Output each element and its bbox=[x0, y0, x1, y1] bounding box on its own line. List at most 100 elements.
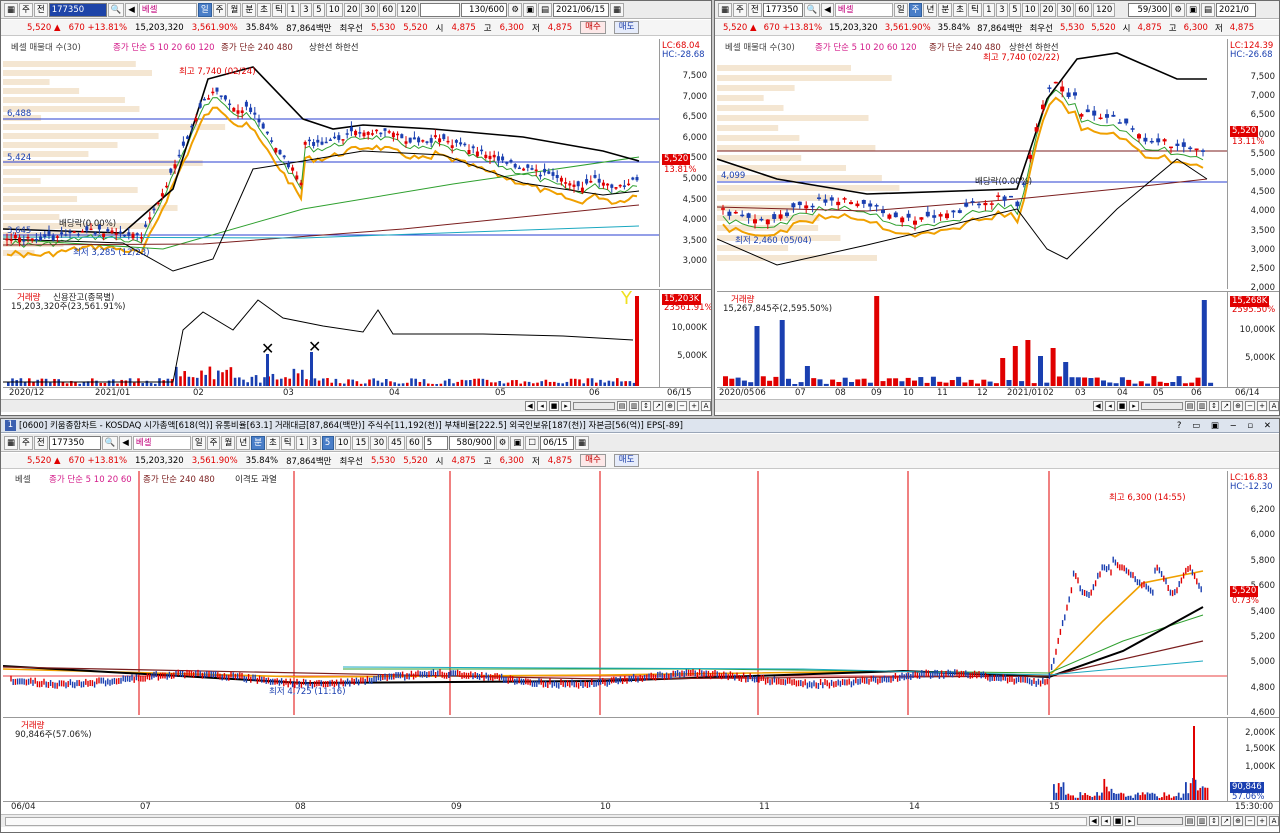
tab-week[interactable]: 주 bbox=[908, 2, 923, 17]
data-count-input[interactable]: 130/600 bbox=[461, 2, 508, 17]
period-120[interactable]: 120 bbox=[1093, 2, 1116, 17]
period-3[interactable]: 3 bbox=[995, 2, 1008, 17]
scroll-thumb[interactable] bbox=[573, 402, 615, 410]
speaker-icon[interactable]: ◀ bbox=[119, 435, 132, 450]
marker-icon[interactable]: ⊕ bbox=[1233, 816, 1243, 826]
scroll-first-button[interactable]: ◀ bbox=[1093, 401, 1103, 411]
buy-button[interactable]: 매수 bbox=[580, 21, 606, 34]
draw-icon[interactable]: ↗ bbox=[653, 401, 663, 411]
speaker-icon[interactable]: ◀ bbox=[821, 2, 834, 17]
stop-button[interactable]: ■ bbox=[1113, 816, 1123, 826]
tab-tick[interactable]: 틱 bbox=[271, 2, 286, 17]
tab-daily[interactable]: 일 bbox=[893, 2, 908, 17]
plus-icon[interactable]: + bbox=[1257, 401, 1267, 411]
period-1[interactable]: 1 bbox=[982, 2, 995, 17]
period-dropdown[interactable]: 5 bbox=[423, 435, 448, 450]
tab-minute[interactable]: 분 bbox=[251, 435, 265, 450]
scroll-track[interactable] bbox=[5, 816, 1087, 826]
buy-button[interactable]: 매수 bbox=[580, 454, 606, 467]
menu-icon[interactable]: ▦ bbox=[718, 2, 733, 17]
volume-panel[interactable]: 거래량 15,267,845주(2,595.50%) bbox=[717, 291, 1227, 387]
tab-minute[interactable]: 분 bbox=[938, 2, 953, 17]
stop-button[interactable]: ■ bbox=[1117, 401, 1127, 411]
tab-tick[interactable]: 틱 bbox=[280, 435, 295, 450]
draw-icon[interactable]: ↗ bbox=[1221, 816, 1231, 826]
scroll-thumb[interactable] bbox=[1141, 402, 1183, 410]
stock-name-field[interactable]: 베셀 bbox=[138, 2, 197, 17]
data-count-input[interactable]: 59/300 bbox=[1128, 2, 1171, 17]
period-10[interactable]: 10 bbox=[334, 435, 352, 450]
scroll-prev-button[interactable]: ◂ bbox=[1101, 816, 1111, 826]
tab-weekly[interactable]: 주 bbox=[733, 2, 747, 17]
stock-code-input[interactable]: 177350 bbox=[48, 435, 101, 450]
tools-icon[interactable]: ↕ bbox=[641, 401, 651, 411]
grid-icon[interactable]: ▥ bbox=[1197, 816, 1207, 826]
period-30[interactable]: 30 bbox=[1057, 2, 1075, 17]
stock-name-field[interactable]: 베셀 bbox=[132, 435, 191, 450]
chart-scrollbar[interactable]: ◀ ◂ ■ ▸ ▤ ▥ ↕ ↗ ⊕ − + A bbox=[1, 814, 1279, 827]
calendar-icon[interactable]: ☐ bbox=[525, 435, 540, 450]
date-picker-icon[interactable]: ▦ bbox=[610, 2, 625, 17]
tab-second[interactable]: 초 bbox=[265, 435, 280, 450]
search-icon[interactable]: 🔍 bbox=[101, 435, 119, 450]
period-45[interactable]: 45 bbox=[388, 435, 405, 450]
date-input[interactable]: 2021/0 bbox=[1216, 2, 1257, 17]
period-15[interactable]: 15 bbox=[352, 435, 370, 450]
period-5[interactable]: 5 bbox=[312, 2, 325, 17]
marker-icon[interactable]: ⊕ bbox=[1233, 401, 1243, 411]
data-count-input[interactable]: 580/900 bbox=[448, 435, 495, 450]
zoom-icon[interactable]: ▤ bbox=[1185, 816, 1195, 826]
font-icon[interactable]: A bbox=[701, 401, 711, 411]
period-30[interactable]: 30 bbox=[370, 435, 388, 450]
tab-second[interactable]: 초 bbox=[953, 2, 967, 17]
date-picker-icon[interactable]: ▦ bbox=[575, 435, 590, 450]
tab-week[interactable]: 주 bbox=[206, 435, 221, 450]
minus-icon[interactable]: − bbox=[1245, 401, 1255, 411]
scroll-prev-button[interactable]: ◂ bbox=[1105, 401, 1115, 411]
stock-code-input[interactable]: 177350 bbox=[48, 2, 107, 17]
date-input[interactable]: 06/15 bbox=[540, 435, 575, 450]
period-20[interactable]: 20 bbox=[1039, 2, 1057, 17]
scroll-prev-button[interactable]: ◂ bbox=[537, 401, 547, 411]
stock-name-field[interactable]: 베셀 bbox=[834, 2, 893, 17]
tab-prev[interactable]: 전 bbox=[33, 435, 48, 450]
tab-daily[interactable]: 일 bbox=[191, 435, 206, 450]
settings-icon[interactable]: ⚙ bbox=[495, 435, 510, 450]
period-5[interactable]: 5 bbox=[321, 435, 334, 450]
period-30[interactable]: 30 bbox=[361, 2, 379, 17]
sell-button[interactable]: 매도 bbox=[613, 21, 640, 34]
calendar-icon[interactable]: ▤ bbox=[538, 2, 553, 17]
tab-year[interactable]: 년 bbox=[923, 2, 938, 17]
grid-icon[interactable]: ▥ bbox=[1197, 401, 1207, 411]
plus-icon[interactable]: + bbox=[689, 401, 699, 411]
volume-panel[interactable]: 거래량 90,846주(57.06%) bbox=[3, 717, 1227, 801]
scroll-thumb[interactable] bbox=[1137, 817, 1183, 825]
tools-icon[interactable]: ↕ bbox=[1209, 816, 1219, 826]
period-1[interactable]: 1 bbox=[286, 2, 299, 17]
tab-year[interactable]: 년 bbox=[236, 435, 251, 450]
zoom-icon[interactable]: ▤ bbox=[1185, 401, 1195, 411]
scroll-first-button[interactable]: ◀ bbox=[525, 401, 535, 411]
period-dropdown[interactable] bbox=[420, 2, 461, 17]
period-5[interactable]: 5 bbox=[1008, 2, 1021, 17]
tab-prev[interactable]: 전 bbox=[747, 2, 762, 17]
grid-icon[interactable]: ▥ bbox=[629, 401, 639, 411]
marker-icon[interactable]: ⊕ bbox=[665, 401, 675, 411]
scroll-next-button[interactable]: ▸ bbox=[1129, 401, 1139, 411]
period-1[interactable]: 1 bbox=[295, 435, 308, 450]
settings-icon[interactable]: ⚙ bbox=[508, 2, 522, 17]
save-icon[interactable]: ▣ bbox=[522, 2, 537, 17]
chart-scrollbar[interactable]: ◀ ◂ ■ ▸ ▤ ▥ ↕ ↗ ⊕ − + A bbox=[1, 399, 711, 412]
search-icon[interactable]: 🔍 bbox=[803, 2, 821, 17]
settings-icon[interactable]: ⚙ bbox=[1171, 2, 1185, 17]
calendar-icon[interactable]: ▤ bbox=[1201, 2, 1216, 17]
zoom-icon[interactable]: ▤ bbox=[617, 401, 627, 411]
period-3[interactable]: 3 bbox=[299, 2, 312, 17]
price-panel[interactable]: 베셀 매물대 수(30) 종가 단순 5 10 20 60 120 종가 단순 … bbox=[2, 39, 659, 287]
tab-week[interactable]: 주 bbox=[212, 2, 227, 17]
tab-minute[interactable]: 분 bbox=[242, 2, 257, 17]
chart-scrollbar[interactable]: ◀ ◂ ■ ▸ ▤ ▥ ↕ ↗ ⊕ − + A bbox=[715, 399, 1279, 412]
period-10[interactable]: 10 bbox=[1021, 2, 1039, 17]
tab-tick[interactable]: 틱 bbox=[967, 2, 982, 17]
window-titlebar[interactable]: 1 [0600] 키움종합차트 - KOSDAQ 시가총액[618(억)] 유통… bbox=[1, 419, 1279, 433]
